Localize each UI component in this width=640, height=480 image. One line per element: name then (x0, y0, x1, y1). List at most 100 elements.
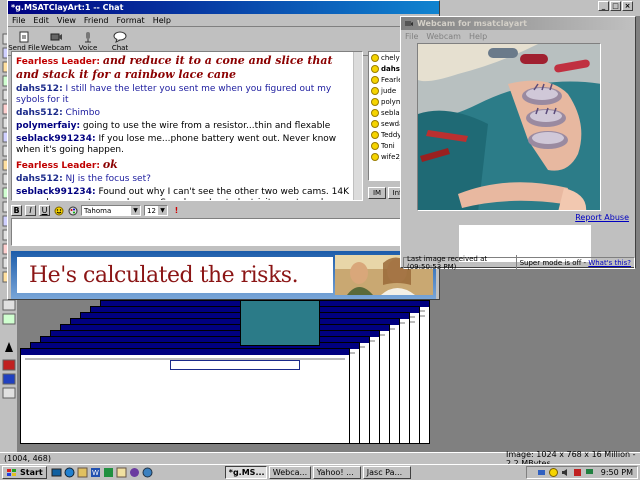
friend-name: Teddy (381, 130, 402, 139)
friend-name: jude (381, 86, 397, 95)
font-select-value: Tahoma (84, 206, 112, 215)
message-author: polymerfaiy: (16, 121, 81, 131)
bold-button[interactable]: B (11, 205, 22, 216)
browser-icon[interactable] (64, 467, 75, 478)
smiley-icon (371, 75, 379, 84)
italic-button[interactable]: I (25, 205, 36, 216)
chat-message: dahs512: Chimbo (16, 108, 358, 119)
chat-message: Fearless Leader: ok (16, 158, 358, 172)
webcam-menu-help[interactable]: Help (465, 32, 491, 41)
start-label: Start (20, 468, 43, 477)
desktop-icon[interactable] (51, 467, 62, 478)
chat-window[interactable]: *g.MSATClayArt:1 -- Chat File Edit View … (7, 0, 440, 300)
font-select[interactable]: Tahoma ▼ (81, 205, 141, 216)
task-webcam-label: Webca... (272, 468, 308, 477)
webcam-window[interactable]: Webcam for msatclayart File Webcam Help (400, 16, 636, 271)
smiley-icon (371, 97, 379, 106)
start-button[interactable]: Start (2, 466, 47, 479)
smiley-icon (371, 130, 379, 139)
smiley-icon (371, 53, 379, 62)
menu-view[interactable]: View (53, 16, 80, 25)
chat-message: dahs512: NJ is the focus set? (16, 174, 358, 185)
minimize-button[interactable]: _ (598, 1, 609, 11)
emoticon-button[interactable] (53, 205, 64, 216)
chat-message: polymerfaiy: going to use the wire from … (16, 121, 358, 132)
report-abuse-link[interactable]: Report Abuse (575, 213, 629, 222)
smiley-icon (371, 86, 379, 95)
webcam-icon (50, 33, 62, 40)
ad-banner[interactable]: He's calculated the risks. (11, 251, 436, 299)
monitor-icon[interactable] (585, 468, 594, 477)
clock: 9:50 PM (600, 468, 633, 477)
webcam-statusbar: Last image received at (09:50:53 PM) Sup… (403, 255, 635, 271)
chat-scrollbar[interactable] (353, 52, 362, 200)
chat-message: seblack991234: If you lose me...phone ba… (16, 134, 358, 156)
last-image-status: Last image received at (09:50:53 PM) (404, 255, 517, 271)
system-tray: 9:50 PM (526, 466, 638, 479)
task-webcam[interactable]: Webca... (268, 466, 311, 479)
webcam-titlebar[interactable]: Webcam for msatclayart (401, 17, 635, 30)
close-button[interactable]: × (622, 1, 633, 11)
chat-message: dahs512: I still have the letter you sen… (16, 84, 358, 106)
chat-message: seblack991234: Found out why I can't see… (16, 187, 358, 200)
message-list: Fearless Leader: and reduce it to a cone… (16, 54, 358, 200)
send-file-icon (19, 31, 29, 42)
chat-menubar: File Edit View Friend Format Help (8, 14, 439, 26)
size-select[interactable]: 12 ▼ (144, 205, 168, 216)
menu-format[interactable]: Format (112, 16, 148, 25)
chevron-down-icon: ▼ (131, 206, 140, 215)
task-yahoo[interactable]: Yahoo! ... (312, 466, 361, 479)
friend-name: Toni (381, 141, 395, 150)
menu-help[interactable]: Help (149, 16, 175, 25)
size-select-value: 12 (147, 206, 156, 215)
excel-icon[interactable] (103, 467, 114, 478)
alert-icon[interactable]: ! (171, 205, 182, 216)
yahoo-messenger-icon[interactable] (548, 468, 558, 477)
outlook-icon[interactable] (77, 467, 88, 478)
message-text: I still have the letter you sent me when… (16, 84, 332, 105)
message-text: going to use the wire from a resistor...… (82, 121, 331, 131)
smiley-icon (371, 64, 379, 73)
maximize-button[interactable]: □ (610, 1, 621, 11)
underline-button[interactable]: U (39, 205, 50, 216)
task-psp[interactable]: Jasc Pa... (362, 466, 411, 479)
chat-log[interactable]: Fearless Leader: and reduce it to a cone… (11, 51, 363, 201)
network-icon[interactable] (537, 468, 546, 477)
menu-edit[interactable]: Edit (29, 16, 53, 25)
smiley-icon (371, 108, 379, 117)
message-text: Chimbo (65, 108, 101, 118)
menu-file[interactable]: File (8, 16, 29, 25)
webcam-icon (405, 21, 413, 26)
antivirus-icon[interactable] (573, 468, 582, 477)
color-button[interactable] (67, 205, 78, 216)
task-chat-label: *g.MS... (228, 468, 265, 477)
chat-titlebar[interactable]: *g.MSATClayArt:1 -- Chat (8, 1, 439, 14)
webcam-menu-file[interactable]: File (401, 32, 422, 41)
whats-this-link[interactable]: What's this? (588, 259, 631, 267)
menu-friend[interactable]: Friend (80, 16, 113, 25)
microphone-icon (85, 31, 91, 42)
message-author: Fearless Leader: (16, 161, 100, 171)
taskbar: Start W *g.MS... Webca... Yahoo! ... Jas… (0, 464, 640, 480)
message-input[interactable] (11, 218, 436, 246)
task-yahoo-label: Yahoo! ... (316, 468, 354, 477)
message-text: ok (102, 158, 118, 171)
im-button[interactable]: IM (368, 187, 386, 199)
ghost-webcam (240, 300, 320, 346)
volume-icon[interactable] (561, 468, 570, 477)
explorer-icon[interactable] (142, 467, 153, 478)
message-author: dahs512: (16, 174, 63, 184)
quick-launch: W (51, 467, 153, 478)
chat-title: *g.MSATClayArt:1 -- Chat (11, 3, 124, 12)
message-author: seblack991234: (16, 134, 96, 144)
media-icon[interactable] (129, 467, 140, 478)
psp-statusbar: (1004, 468) Image: 1024 x 768 x 16 Milli… (0, 450, 640, 468)
notes-icon[interactable] (116, 467, 127, 478)
svg-text:W: W (92, 469, 99, 477)
super-mode-text: Super mode is off - (519, 259, 587, 267)
word-icon[interactable]: W (90, 467, 101, 478)
task-chat[interactable]: *g.MS... (224, 466, 267, 479)
webcam-menu-webcam[interactable]: Webcam (422, 32, 465, 41)
chevron-down-icon: ▼ (158, 206, 167, 215)
palette-icon (68, 206, 77, 215)
